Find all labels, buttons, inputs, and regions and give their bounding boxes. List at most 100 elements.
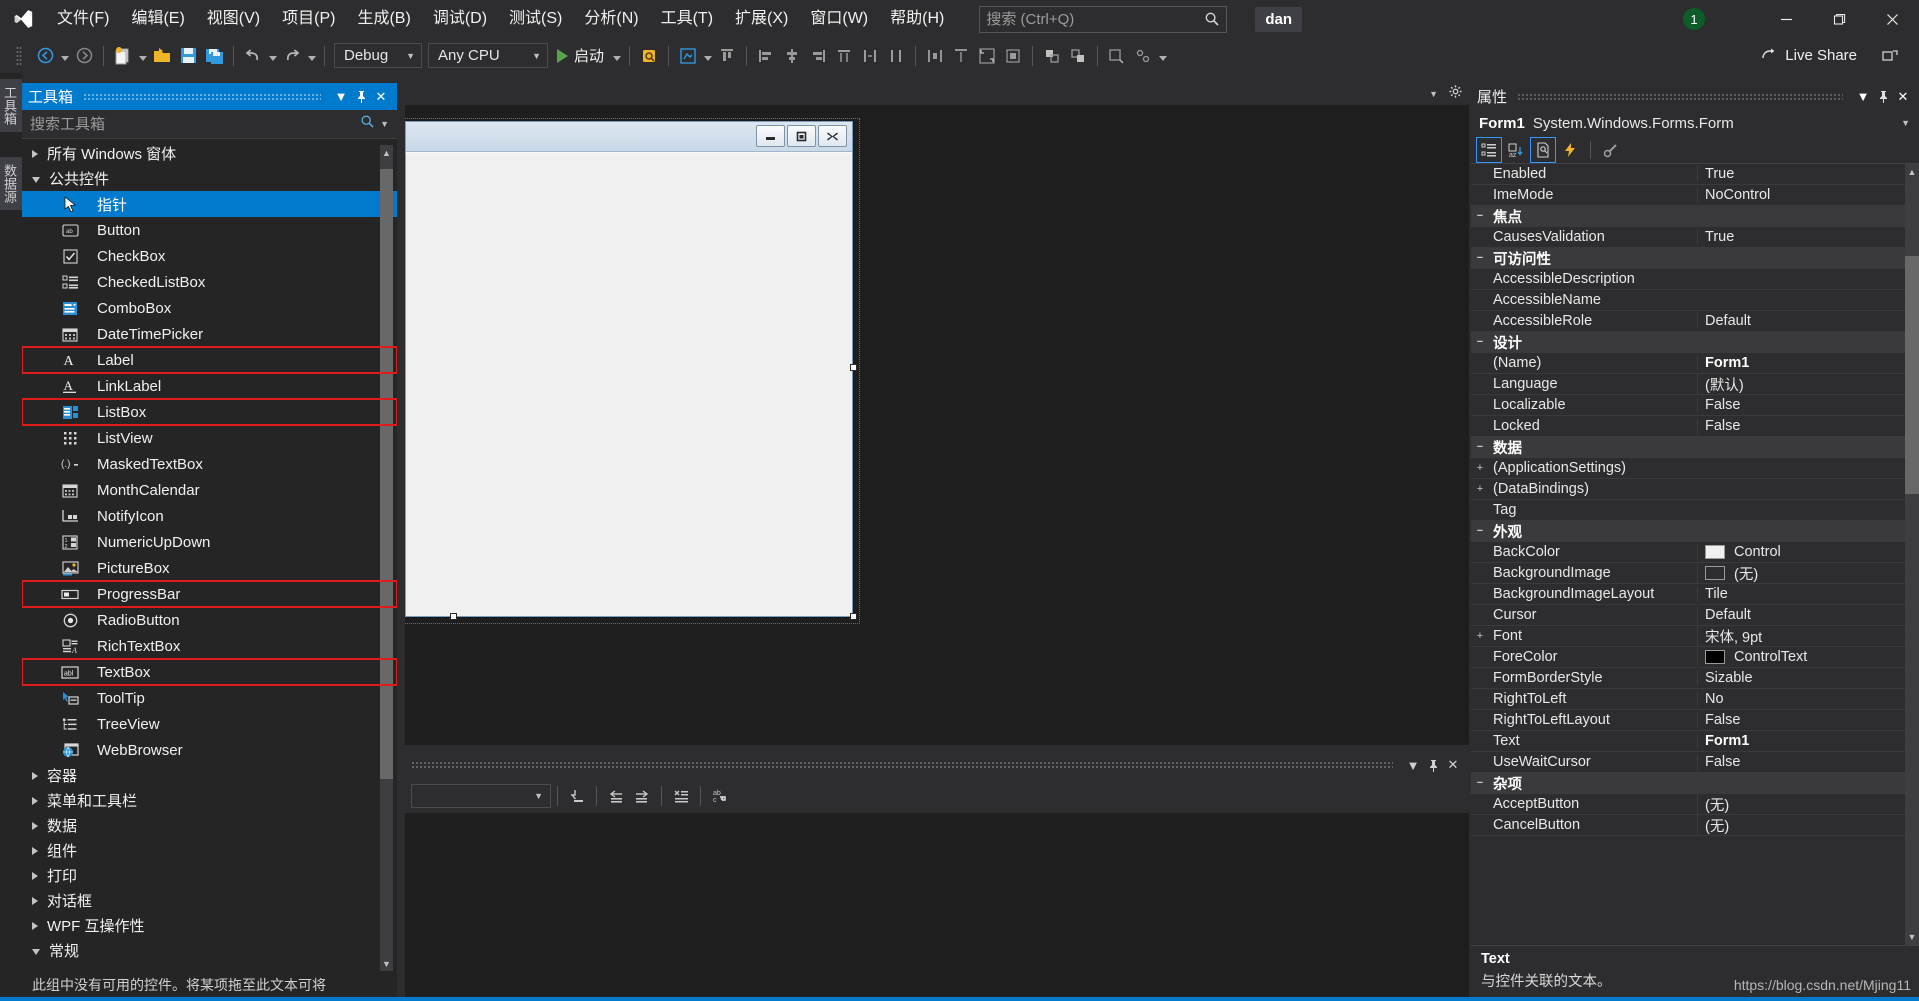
properties-chevron-down-icon[interactable]: ▼ [1853, 86, 1873, 108]
align-centers-icon[interactable] [779, 43, 805, 69]
collapse-icon[interactable]: − [1471, 525, 1489, 537]
form-minimize-icon[interactable] [756, 125, 785, 147]
toolbox-item-listbox[interactable]: ListBox [22, 398, 397, 426]
toolbox-scrollbar[interactable]: ▲ ▼ [380, 145, 393, 971]
toolbox-item-textbox[interactable]: abl TextBox [22, 658, 397, 686]
toolbox-item-numericupdown[interactable]: 1 2 NumericUpDown [22, 529, 397, 555]
expand-icon[interactable]: + [1471, 630, 1489, 642]
vertical-tab-data-sources[interactable]: 数据源 [0, 157, 22, 210]
toolbox-item-richtextbox[interactable]: A RichTextBox [22, 633, 397, 659]
property-row[interactable]: + (ApplicationSettings) [1471, 458, 1919, 479]
menu-item-debug[interactable]: 调试(D) [422, 0, 498, 38]
user-account-chip[interactable]: dan [1255, 6, 1303, 32]
toolbox-item-button[interactable]: ab Button [22, 217, 397, 243]
form-maximize-icon[interactable] [787, 125, 816, 147]
design-form-window[interactable] [405, 121, 853, 617]
redo-icon[interactable] [279, 43, 305, 69]
notification-badge[interactable]: 1 [1683, 8, 1705, 30]
form-designer-surface[interactable] [405, 105, 1469, 745]
toolbox-item-linklabel[interactable]: A LinkLabel [22, 373, 397, 399]
property-row[interactable]: CausesValidation True [1471, 227, 1919, 248]
property-row[interactable]: BackColor Control [1471, 542, 1919, 563]
start-debug-button[interactable]: 启动 [551, 43, 610, 69]
new-project-dropdown[interactable] [136, 43, 149, 69]
collapse-icon[interactable]: − [1471, 210, 1489, 222]
toolbox-group-tail-7[interactable]: 常规 [22, 938, 397, 963]
properties-close-icon[interactable]: ✕ [1893, 86, 1913, 108]
property-row[interactable]: + Font 宋体, 9pt [1471, 625, 1919, 647]
toolbox-item-picturebox[interactable]: PictureBox [22, 555, 397, 581]
toolbox-group-head-1[interactable]: 公共控件 [22, 166, 397, 191]
property-value[interactable]: (默认) [1697, 373, 1919, 395]
horizontal-spacing-icon[interactable] [922, 43, 948, 69]
toolbox-search-icon[interactable] [360, 114, 375, 134]
lock-controls-icon[interactable] [1130, 43, 1156, 69]
property-value[interactable]: Tile [1697, 586, 1919, 602]
property-value[interactable]: (无) [1697, 793, 1919, 815]
property-value[interactable]: Form1 [1697, 733, 1919, 749]
toolbox-close-icon[interactable]: ✕ [371, 86, 391, 108]
undo-icon[interactable] [240, 43, 266, 69]
toolbox-item-progressbar[interactable]: ProgressBar [22, 580, 397, 608]
toolbox-drag-grip[interactable] [83, 92, 321, 101]
live-share-secondary-icon[interactable] [1881, 38, 1899, 73]
save-icon[interactable] [175, 43, 201, 69]
property-value[interactable]: NoControl [1697, 187, 1919, 203]
form-client-area[interactable] [406, 153, 852, 616]
property-value[interactable]: (无) [1697, 814, 1919, 836]
properties-object-selector[interactable]: Form1 System.Windows.Forms.Form ▼ [1471, 110, 1919, 136]
previous-item-icon[interactable] [603, 783, 629, 809]
property-value[interactable]: True [1697, 229, 1919, 245]
toolbox-item-combobox[interactable]: ComboBox [22, 295, 397, 321]
property-value[interactable]: Sizable [1697, 670, 1919, 686]
bottom-panel-pin-icon[interactable] [1423, 754, 1443, 776]
properties-scroll-thumb[interactable] [1905, 256, 1919, 494]
minimize-button[interactable] [1760, 0, 1813, 38]
scroll-up-arrow-icon[interactable]: ▲ [1905, 164, 1919, 180]
scroll-up-arrow-icon[interactable]: ▲ [380, 145, 393, 160]
property-row[interactable]: Cursor Default [1471, 605, 1919, 626]
chevron-down-icon[interactable]: ▼ [1901, 118, 1910, 128]
property-value[interactable]: False [1697, 712, 1919, 728]
toolbox-item-webbrowser[interactable]: WebBrowser [22, 737, 397, 763]
toolbox-group-tail-2[interactable]: 数据 [22, 813, 397, 838]
property-row[interactable]: BackgroundImageLayout Tile [1471, 584, 1919, 605]
bottom-panel-content[interactable] [405, 813, 1469, 1001]
property-value[interactable]: False [1697, 418, 1919, 434]
toolbox-item-指针[interactable]: 指针 [22, 191, 397, 217]
property-row[interactable]: Tag [1471, 500, 1919, 521]
toolbox-group-head-0[interactable]: 所有 Windows 窗体 [22, 141, 397, 166]
vertical-tab-toolbox[interactable]: 工具箱 [0, 79, 22, 132]
categorized-icon[interactable] [1476, 136, 1502, 163]
align-lefts-icon[interactable] [753, 43, 779, 69]
preview-dropdown[interactable] [701, 43, 714, 69]
toolbox-item-datetimepicker[interactable]: DateTimePicker [22, 321, 397, 347]
toolbox-search-box[interactable]: ▼ [22, 110, 397, 139]
live-share-button[interactable]: Live Share [1761, 38, 1857, 73]
collapse-icon[interactable]: − [1471, 777, 1489, 789]
align-rights-icon[interactable] [805, 43, 831, 69]
toolbox-group-tail-3[interactable]: 组件 [22, 838, 397, 863]
tab-order-icon[interactable] [1104, 43, 1130, 69]
menu-item-analyze[interactable]: 分析(N) [573, 0, 649, 38]
preview-selected-items-icon[interactable] [675, 43, 701, 69]
property-row[interactable]: AccessibleName [1471, 290, 1919, 311]
open-file-icon[interactable] [149, 43, 175, 69]
navigate-backward-button[interactable] [32, 43, 58, 69]
close-button[interactable] [1866, 0, 1919, 38]
start-dropdown[interactable] [610, 43, 623, 69]
alphabetical-icon[interactable]: az [1504, 138, 1528, 162]
property-row[interactable]: Language (默认) [1471, 373, 1919, 395]
property-row[interactable]: FormBorderStyle Sizable [1471, 668, 1919, 689]
word-wrap-icon[interactable]: ab c [707, 783, 733, 809]
property-row[interactable]: UseWaitCursor False [1471, 752, 1919, 773]
property-row[interactable]: ForeColor ControlText [1471, 647, 1919, 668]
property-value[interactable]: Form1 [1697, 355, 1919, 371]
menu-item-file[interactable]: 文件(F) [46, 0, 120, 38]
property-value[interactable]: 宋体, 9pt [1697, 625, 1919, 647]
form-close-icon[interactable] [818, 125, 847, 147]
go-to-definition-icon[interactable] [564, 783, 590, 809]
toolbox-scroll-thumb[interactable] [380, 169, 393, 779]
menu-item-extensions[interactable]: 扩展(X) [724, 0, 799, 38]
property-value[interactable]: ControlText [1697, 649, 1919, 665]
